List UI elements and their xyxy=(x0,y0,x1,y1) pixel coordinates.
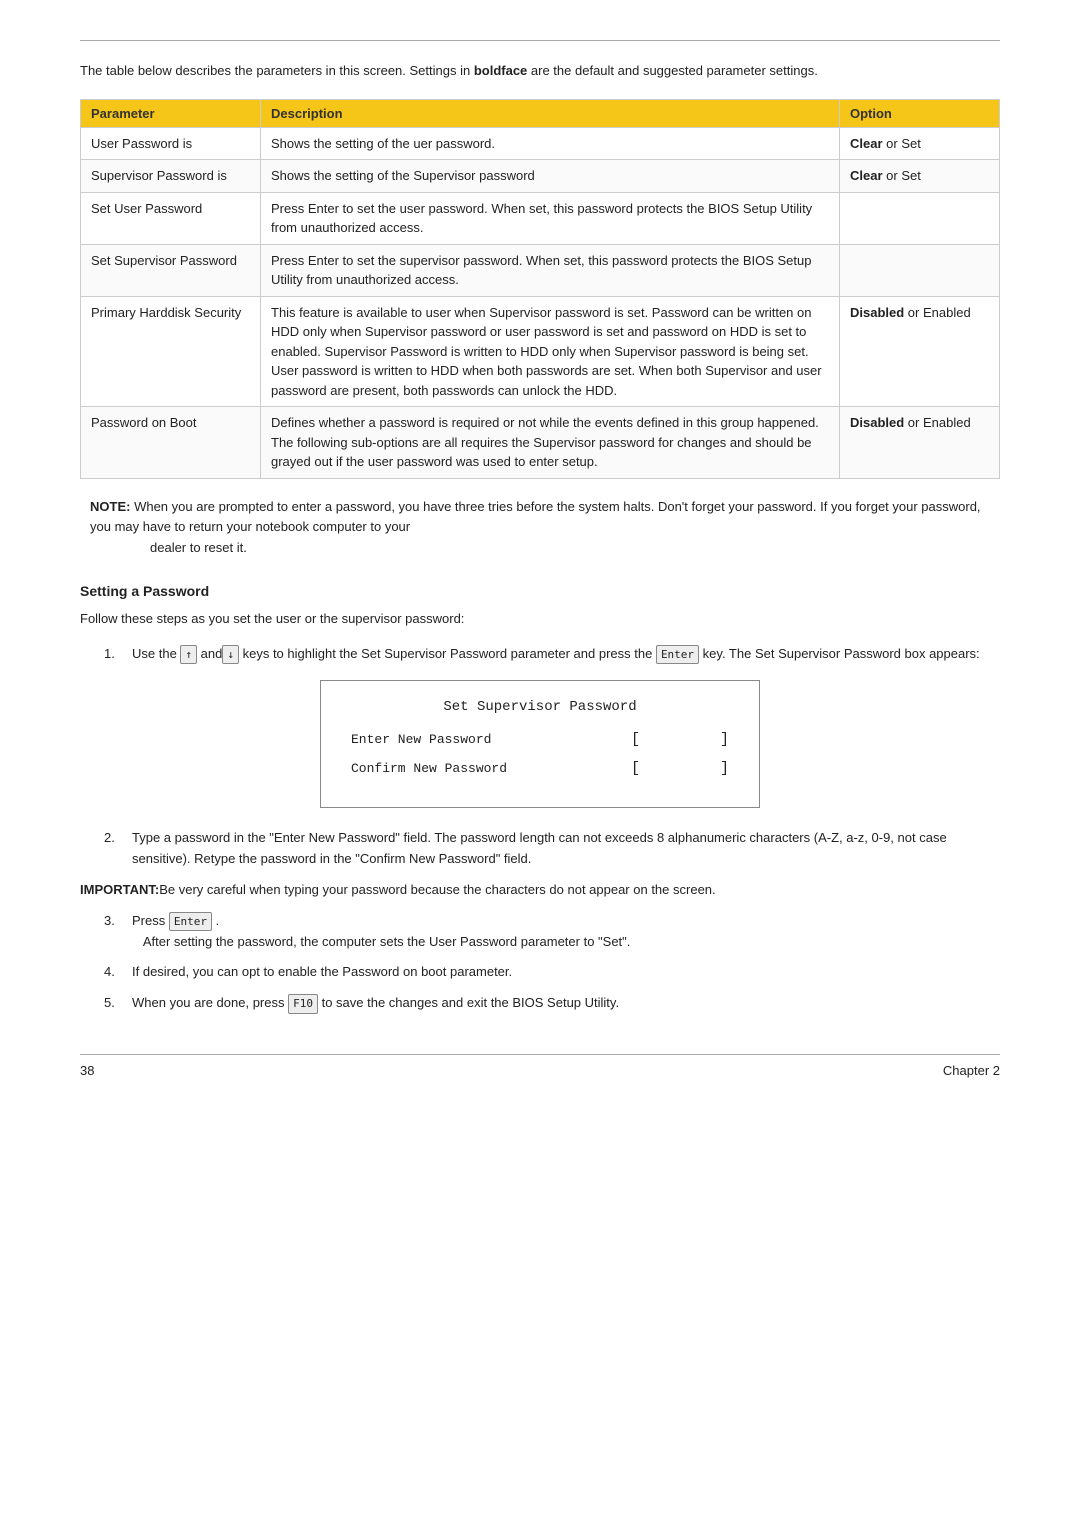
note-text: When you are prompted to enter a passwor… xyxy=(90,499,981,535)
page-footer: 38 Chapter 2 xyxy=(80,1054,1000,1078)
intro-paragraph: The table below describes the parameters… xyxy=(80,61,1000,81)
setting-intro: Follow these steps as you set the user o… xyxy=(80,609,1000,630)
param-primary-harddisk-security: Primary Harddisk Security xyxy=(81,296,261,407)
step-2-text: Type a password in the "Enter New Passwo… xyxy=(132,828,1000,870)
step-1-text: Use the ↑ and↓ keys to highlight the Set… xyxy=(132,644,980,665)
close-bracket-2: ] xyxy=(720,760,729,777)
opt-user-password-is: Clear or Set xyxy=(840,127,1000,160)
step-5: 5. When you are done, press F10 to save … xyxy=(104,993,1000,1014)
desc-password-on-boot: Defines whether a password is required o… xyxy=(261,407,840,479)
enter-new-password-input[interactable] xyxy=(640,732,720,747)
note-block: NOTE: When you are prompted to enter a p… xyxy=(80,497,1000,559)
step-5-num: 5. xyxy=(104,993,124,1014)
page-number: 38 xyxy=(80,1063,94,1078)
down-key-icon: ↓ xyxy=(222,645,239,665)
desc-user-password-is: Shows the setting of the uer password. xyxy=(261,127,840,160)
set-supervisor-password-box: Set Supervisor Password Enter New Passwo… xyxy=(320,680,760,808)
opt-primary-harddisk-security: Disabled or Enabled xyxy=(840,296,1000,407)
opt-set-user-password xyxy=(840,192,1000,244)
enter-new-password-label: Enter New Password xyxy=(351,732,631,747)
table-row: Supervisor Password is Shows the setting… xyxy=(81,160,1000,193)
table-row: Primary Harddisk Security This feature i… xyxy=(81,296,1000,407)
intro-bold: boldface xyxy=(474,63,527,78)
intro-text-after: are the default and suggested parameter … xyxy=(527,63,818,78)
opt-set-supervisor-password xyxy=(840,244,1000,296)
desc-set-user-password: Press Enter to set the user password. Wh… xyxy=(261,192,840,244)
open-bracket-2: [ xyxy=(631,760,640,777)
param-set-user-password: Set User Password xyxy=(81,192,261,244)
step-4-text: If desired, you can opt to enable the Pa… xyxy=(132,962,512,983)
confirm-new-password-row: Confirm New Password [ ] xyxy=(351,760,729,777)
steps-list: 1. Use the ↑ and↓ keys to highlight the … xyxy=(104,644,1000,665)
param-password-on-boot: Password on Boot xyxy=(81,407,261,479)
enter-new-password-row: Enter New Password [ ] xyxy=(351,731,729,748)
desc-set-supervisor-password: Press Enter to set the supervisor passwo… xyxy=(261,244,840,296)
f10-key-icon: F10 xyxy=(288,994,318,1014)
open-bracket-1: [ xyxy=(631,731,640,748)
desc-primary-harddisk-security: This feature is available to user when S… xyxy=(261,296,840,407)
important-block: IMPORTANT:Be very careful when typing yo… xyxy=(80,880,1000,901)
table-row: Set User Password Press Enter to set the… xyxy=(81,192,1000,244)
table-row: Set Supervisor Password Press Enter to s… xyxy=(81,244,1000,296)
up-key-icon: ↑ xyxy=(180,645,197,665)
confirm-new-password-label: Confirm New Password xyxy=(351,761,631,776)
step-1: 1. Use the ↑ and↓ keys to highlight the … xyxy=(104,644,1000,665)
param-supervisor-password-is: Supervisor Password is xyxy=(81,160,261,193)
setting-a-password-heading: Setting a Password xyxy=(80,583,1000,599)
step-2-num: 2. xyxy=(104,828,124,870)
col-header-description: Description xyxy=(261,99,840,127)
enter-key-2: Enter xyxy=(169,912,212,932)
note-text-line2: dealer to reset it. xyxy=(90,538,1000,559)
param-set-supervisor-password: Set Supervisor Password xyxy=(81,244,261,296)
opt-password-on-boot: Disabled or Enabled xyxy=(840,407,1000,479)
step-3-num: 3. xyxy=(104,911,124,953)
confirm-new-password-input[interactable] xyxy=(640,761,720,776)
step-1-num: 1. xyxy=(104,644,124,665)
step-2: 2. Type a password in the "Enter New Pas… xyxy=(104,828,1000,870)
col-header-parameter: Parameter xyxy=(81,99,261,127)
opt-supervisor-password-is: Clear or Set xyxy=(840,160,1000,193)
note-label: NOTE: xyxy=(90,499,130,514)
step-4-num: 4. xyxy=(104,962,124,983)
step-3: 3. Press Enter . After setting the passw… xyxy=(104,911,1000,953)
password-box-title: Set Supervisor Password xyxy=(351,699,729,715)
enter-key-1: Enter xyxy=(656,645,699,665)
steps-list-final: 3. Press Enter . After setting the passw… xyxy=(104,911,1000,1014)
step-3-text: Press Enter . After setting the password… xyxy=(132,911,630,953)
intro-text-before: The table below describes the parameters… xyxy=(80,63,474,78)
table-row: Password on Boot Defines whether a passw… xyxy=(81,407,1000,479)
param-user-password-is: User Password is xyxy=(81,127,261,160)
chapter-label: Chapter 2 xyxy=(943,1063,1000,1078)
table-row: User Password is Shows the setting of th… xyxy=(81,127,1000,160)
step-5-text: When you are done, press F10 to save the… xyxy=(132,993,619,1014)
desc-supervisor-password-is: Shows the setting of the Supervisor pass… xyxy=(261,160,840,193)
step-4: 4. If desired, you can opt to enable the… xyxy=(104,962,1000,983)
important-label: IMPORTANT: xyxy=(80,882,159,897)
close-bracket-1: ] xyxy=(720,731,729,748)
important-text: Be very careful when typing your passwor… xyxy=(159,882,715,897)
parameters-table: Parameter Description Option User Passwo… xyxy=(80,99,1000,479)
steps-list-continued: 2. Type a password in the "Enter New Pas… xyxy=(104,828,1000,870)
col-header-option: Option xyxy=(840,99,1000,127)
